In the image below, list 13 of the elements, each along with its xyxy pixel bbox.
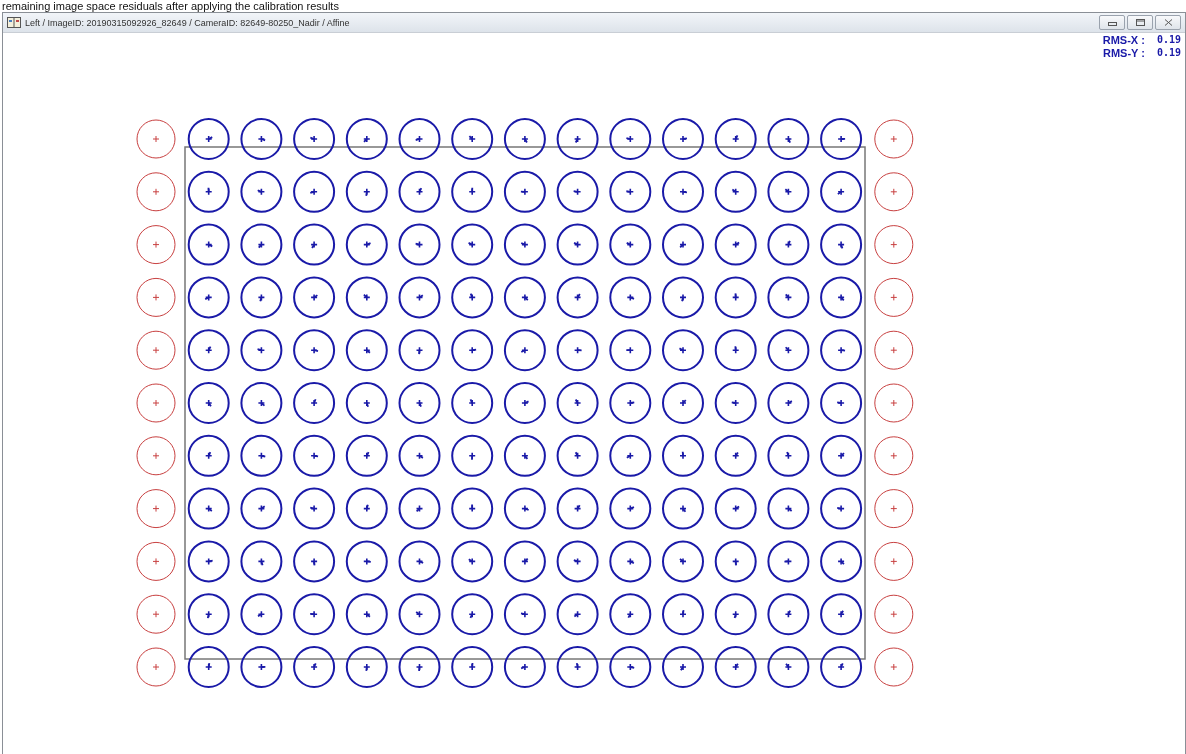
maximize-icon <box>1135 19 1145 26</box>
rms-value: 0.19 <box>1156 47 1181 59</box>
rms-value: 0.19 <box>1156 34 1181 46</box>
close-button[interactable] <box>1155 15 1181 30</box>
minimize-button[interactable] <box>1099 15 1125 30</box>
caption-text: remaining image space residuals after applying the calibration results <box>1 0 340 12</box>
book-icon <box>7 17 21 28</box>
rms-label: RMS-Y : <box>1102 47 1145 59</box>
minimize-icon <box>1107 19 1117 26</box>
rms-label: RMS-X : <box>1102 34 1145 46</box>
window-title: Left / ImageID: 20190315092926_82649 / CameraID: 82649-80250_Nadir / Affine <box>25 17 350 28</box>
close-icon <box>1163 19 1173 26</box>
maximize-button[interactable] <box>1127 15 1153 30</box>
